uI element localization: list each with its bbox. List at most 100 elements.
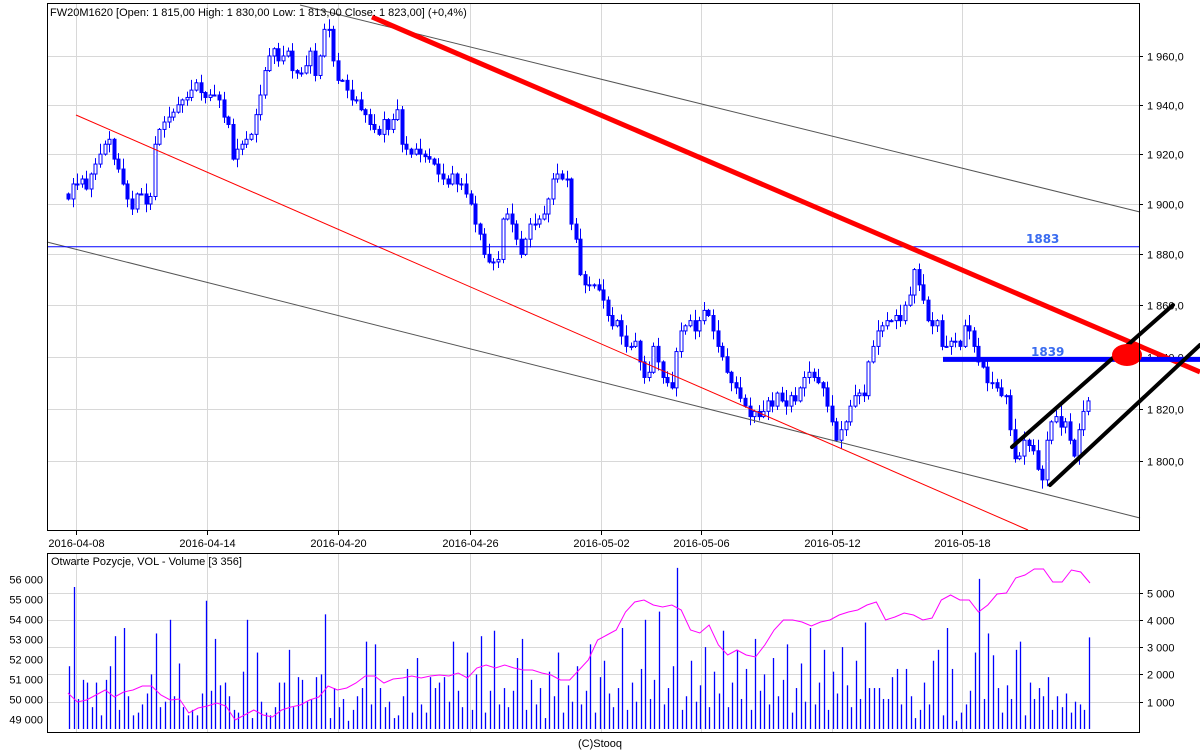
candle-body bbox=[327, 28, 332, 31]
candle-body bbox=[281, 55, 286, 62]
candle-body bbox=[478, 223, 483, 235]
candle-body bbox=[180, 99, 185, 106]
candle-body bbox=[926, 299, 931, 322]
volume-tick-label: 5 000 bbox=[1147, 589, 1175, 601]
candle-body bbox=[139, 193, 144, 196]
candle-body bbox=[560, 173, 565, 180]
candle-body bbox=[1031, 445, 1036, 452]
candle-body bbox=[313, 50, 318, 76]
candle-body bbox=[917, 269, 922, 286]
candle-body bbox=[171, 111, 176, 118]
candle-body bbox=[473, 203, 478, 225]
candle-body bbox=[295, 70, 300, 74]
candle-body bbox=[386, 119, 391, 130]
date-tick-label: 2016-05-06 bbox=[673, 538, 729, 550]
date-tick-label: 2016-04-20 bbox=[310, 538, 366, 550]
candle-body bbox=[446, 178, 451, 185]
candle-body bbox=[432, 158, 437, 165]
candle-body bbox=[601, 289, 606, 301]
candle-body bbox=[144, 193, 149, 205]
candle-body bbox=[350, 89, 355, 101]
candle-body bbox=[148, 195, 153, 205]
candle-body bbox=[469, 193, 474, 205]
candle-body bbox=[674, 351, 679, 389]
candle-body bbox=[981, 361, 986, 368]
candle-body bbox=[903, 304, 908, 322]
candle-body bbox=[322, 28, 327, 57]
footer-copyright: (C)Stooq bbox=[578, 738, 622, 750]
candle-body bbox=[226, 116, 231, 125]
candle-body bbox=[107, 138, 112, 145]
candle-body bbox=[889, 320, 894, 323]
price-tick-label: 1 800,0 bbox=[1147, 457, 1184, 469]
candle-body bbox=[592, 284, 597, 287]
candle-body bbox=[249, 133, 254, 140]
candle-body bbox=[345, 79, 350, 91]
date-tick-label: 2016-04-14 bbox=[179, 538, 235, 550]
volume-tick-label: 1 000 bbox=[1147, 698, 1175, 710]
candle-body bbox=[816, 376, 821, 384]
candle-body bbox=[985, 366, 990, 384]
candle-body bbox=[1086, 400, 1091, 412]
candle-body bbox=[217, 94, 222, 101]
candle-body bbox=[830, 405, 835, 423]
candle-body bbox=[1017, 455, 1022, 460]
candle-body bbox=[121, 168, 126, 185]
candle-body bbox=[404, 143, 409, 150]
candle-body bbox=[372, 123, 377, 130]
candle-body bbox=[953, 340, 958, 343]
candle-body bbox=[784, 400, 789, 407]
candle-body bbox=[921, 284, 926, 301]
candle-body bbox=[780, 392, 785, 402]
candle-body bbox=[825, 387, 830, 407]
date-tick-label: 2016-04-26 bbox=[442, 538, 498, 550]
oi-tick-label: 51 000 bbox=[9, 675, 43, 687]
candle-body bbox=[615, 320, 620, 327]
candle-body bbox=[578, 238, 583, 276]
candle-body bbox=[619, 320, 624, 337]
candle-body bbox=[66, 193, 71, 200]
candle-body bbox=[290, 50, 295, 72]
candle-body bbox=[98, 153, 103, 165]
candle-body bbox=[606, 299, 611, 317]
candle-body bbox=[542, 213, 547, 220]
candle-body bbox=[491, 261, 496, 264]
candle-body bbox=[391, 119, 396, 130]
candle-body bbox=[272, 48, 277, 57]
candle-body bbox=[683, 325, 688, 332]
candle-body bbox=[898, 315, 903, 322]
candle-body bbox=[972, 330, 977, 347]
oi-tick-label: 54 000 bbox=[9, 615, 43, 627]
oi-tick-label: 52 000 bbox=[9, 655, 43, 667]
candle-body bbox=[176, 104, 181, 113]
candle-body bbox=[775, 392, 780, 407]
candle-body bbox=[688, 320, 693, 327]
candle-body bbox=[720, 345, 725, 358]
candle-body bbox=[231, 123, 236, 160]
candle-body bbox=[340, 79, 345, 82]
candle-body bbox=[208, 94, 213, 98]
candle-body bbox=[651, 345, 656, 373]
candle-body bbox=[157, 128, 162, 145]
candle-body bbox=[555, 173, 560, 180]
candle-body bbox=[990, 382, 995, 385]
candle-body bbox=[647, 371, 652, 378]
oi-tick-label: 50 000 bbox=[9, 695, 43, 707]
price-tick-label: 1 940,0 bbox=[1147, 101, 1184, 113]
candle-body bbox=[729, 371, 734, 384]
price-tick-label: 1 900,0 bbox=[1147, 200, 1184, 212]
oi-tick-label: 49 000 bbox=[9, 715, 43, 727]
candle-body bbox=[212, 94, 217, 97]
candle-body bbox=[382, 119, 387, 135]
date-tick-label: 2016-05-12 bbox=[804, 538, 860, 550]
candle-body bbox=[821, 382, 826, 389]
candle-body bbox=[414, 148, 419, 155]
candle-body bbox=[940, 320, 945, 347]
price-tick-label: 1 960,0 bbox=[1147, 52, 1184, 64]
candle-body bbox=[482, 233, 487, 255]
candle-body bbox=[1027, 439, 1032, 447]
candle-body bbox=[1077, 429, 1082, 457]
candle-body bbox=[185, 96, 190, 101]
candle-body bbox=[866, 361, 871, 397]
candle-body bbox=[409, 148, 414, 155]
